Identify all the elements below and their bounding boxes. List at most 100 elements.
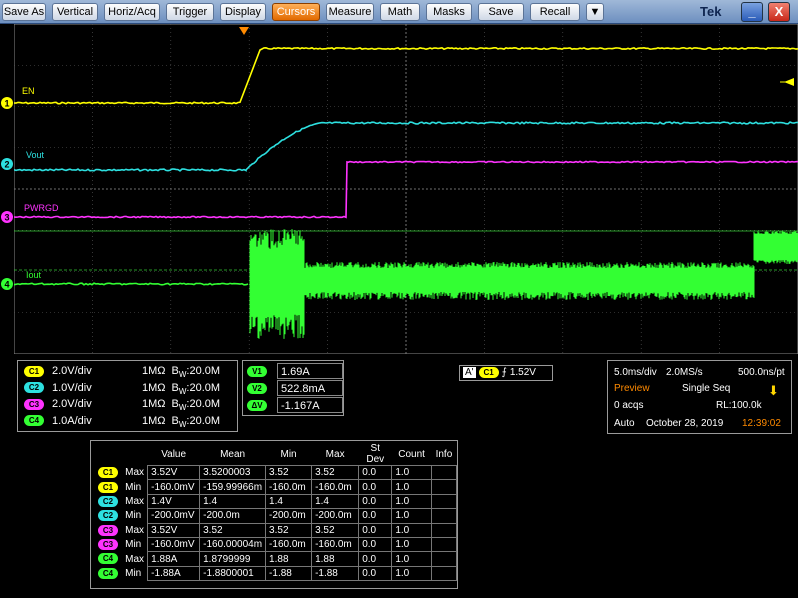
minimize-button[interactable]: _ [741,2,763,22]
channel-badge: C1 [98,467,118,479]
channel-bandwidth: 1MΩ BW:20.0M [142,413,220,433]
table-cell: -160.0m [265,536,313,553]
table-header-row: Value Mean Min Max St Dev Count Info [95,443,457,466]
table-cell: 1.0 [391,508,432,524]
table-cell: 0.0 [358,464,393,481]
menu-measure-button[interactable]: Measure [326,3,374,21]
table-cell: 0.0 [358,522,393,538]
channel-badge: C4 [24,415,44,427]
acq-date: October 28, 2019 [646,418,724,429]
row-channel: C2 [95,509,122,523]
channel-badge: C2 [98,510,118,522]
column-header [122,443,148,466]
cursor-value: 522.8mA [277,380,343,396]
table-cell: -159.99966m [199,479,267,495]
sequence-mode: Single Seq [682,383,731,394]
menu-vertical-button[interactable]: Vertical [52,3,98,21]
column-header: St Dev [366,443,385,465]
ch4-label: Iout [26,270,42,280]
channel-row-c2[interactable]: C2 1.0V/div 1MΩ BW:20.0M [24,380,234,396]
cursor-value: 1.69A [277,363,343,379]
table-row[interactable]: C4 Max 1.88A 1.8799999 1.88 1.88 0.0 1.0 [95,551,458,567]
ch3-ground-marker[interactable]: 3 [1,211,13,223]
cursor-readout-panel[interactable]: V1 1.69A V2 522.8mA ΔV -1.167A [242,360,344,416]
table-cell: 1.88 [265,551,313,567]
table-cell [430,536,458,553]
menu-display-button[interactable]: Display [220,3,266,21]
channel-impedance: 1MΩ [142,381,166,394]
table-row[interactable]: C2 Min -200.0mV -200.0m -200.0m -200.0m 0.0 1.0 [95,508,458,524]
acquisition-readout-panel[interactable]: 5.0ms/div 2.0MS/s 500.0ns/pt Preview Single … [607,360,792,434]
row-channel: C3 [95,523,122,537]
table-cell [430,522,458,538]
ch4-ground-marker[interactable]: 4 [1,278,13,290]
ch2-ground-marker[interactable]: 2 [1,158,13,170]
table-cell: -200.0m [199,508,267,524]
channel-badge: C3 [98,539,118,551]
channel-row-c3[interactable]: C3 2.0V/div 1MΩ BW:20.0M [24,396,234,412]
bw-letter: B [171,365,179,377]
menu-trigger-button[interactable]: Trigger [166,3,214,21]
close-button[interactable]: X [768,2,790,22]
table-cell: -160.0mV [147,536,201,553]
channel-badge: C2 [24,382,44,394]
table-cell: -160.0m [311,536,360,553]
acq-count: 0 acqs [614,400,644,411]
row-stat: Max [125,495,145,507]
cursor-row: V1 1.69A [247,363,343,379]
menu-math-button[interactable]: Math [380,3,420,21]
table-cell: -1.88 [265,565,313,582]
channel-row-c4[interactable]: C4 1.0A/div 1MΩ BW:20.0M [24,413,234,429]
acq-status: Preview [614,383,650,394]
trigger-readout-panel[interactable]: A' C1 ⨍ 1.52V [459,365,553,381]
row-channel: C2 [95,494,122,508]
table-row[interactable]: C1 Max 3.52V 3.5200003 3.52 3.52 0.0 1.0 [95,464,458,481]
menu-masks-button[interactable]: Masks [426,3,472,21]
waveform-display[interactable]: EN Vout PWRGD Iout [14,24,798,354]
table-row[interactable]: C2 Max 1.4V 1.4 1.4 1.4 0.0 1.0 [95,493,458,510]
menu-horiz-acq-button[interactable]: Horiz/Acq [104,3,160,21]
channel-row-c1[interactable]: C1 2.0V/div 1MΩ BW:20.0M [24,363,234,379]
table-cell: 3.52V [147,522,201,538]
row-stat: Min [125,510,142,522]
ch4-marker-number: 4 [4,280,9,290]
table-cell: 0.0 [358,508,393,524]
table-row[interactable]: C4 Min -1.88A -1.8800001 -1.88 -1.88 0.0 1.0 [95,565,458,582]
table-row[interactable]: C3 Max 3.52V 3.52 3.52 3.52 0.0 1.0 [95,522,458,538]
table-cell: 1.0 [391,464,432,481]
table-cell: 1.8799999 [199,551,267,567]
table-cell: 3.52 [265,464,313,481]
bw-prefix: BW:20.0M [172,415,221,429]
ch1-ground-marker[interactable]: 1 [1,97,13,109]
table-cell: 1.4 [199,493,267,510]
trigger-mode-badge: A' [463,367,476,378]
menu-cursors-button[interactable]: Cursors [272,3,320,21]
table-row[interactable]: C1 Min -160.0mV -159.99966m -160.0m -160.0m 0.… [95,479,458,495]
channel-scale: 2.0V/div [52,398,92,410]
menu-recall-button[interactable]: Recall [530,3,580,21]
table-cell: 1.4 [311,493,360,510]
menu--button[interactable]: ▼ [586,3,604,21]
row-stat: Max [125,467,145,479]
menu-bar: Save As Vertical Horiz/Acq Trigger Display Cu… [0,0,798,24]
table-cell: 1.4 [265,493,313,510]
row-stat: Min [125,567,142,579]
table-cell: -160.0mV [147,479,201,495]
cursor-value: -1.167A [277,397,343,413]
measurement-table-panel[interactable]: Value Mean Min Max St Dev Count Info C1 Max 3.52V… [90,440,458,589]
ch1-marker-number: 1 [4,99,9,109]
channel-badge: C1 [98,481,118,493]
table-row[interactable]: C3 Min -160.0mV -160.00004m -160.0m -160.0m 0.… [95,536,458,553]
ch3-label: PWRGD [24,203,59,213]
menu-save-button[interactable]: Save [478,3,524,21]
column-header: Info [435,448,453,460]
ch2-label: Vout [26,150,45,160]
table-cell: 3.52V [147,464,201,481]
menu-save-as-button[interactable]: Save As [2,3,46,21]
bw-value: :20.0M [186,398,221,410]
acq-time: 12:39:02 [742,418,781,429]
row-channel: C3 [95,537,122,551]
table-cell: 1.88A [147,551,201,567]
table-cell: 0.0 [358,479,393,495]
channel-settings-panel[interactable]: C1 2.0V/div 1MΩ BW:20.0M C2 1.0V/div 1MΩ BW:20.… [17,360,238,432]
